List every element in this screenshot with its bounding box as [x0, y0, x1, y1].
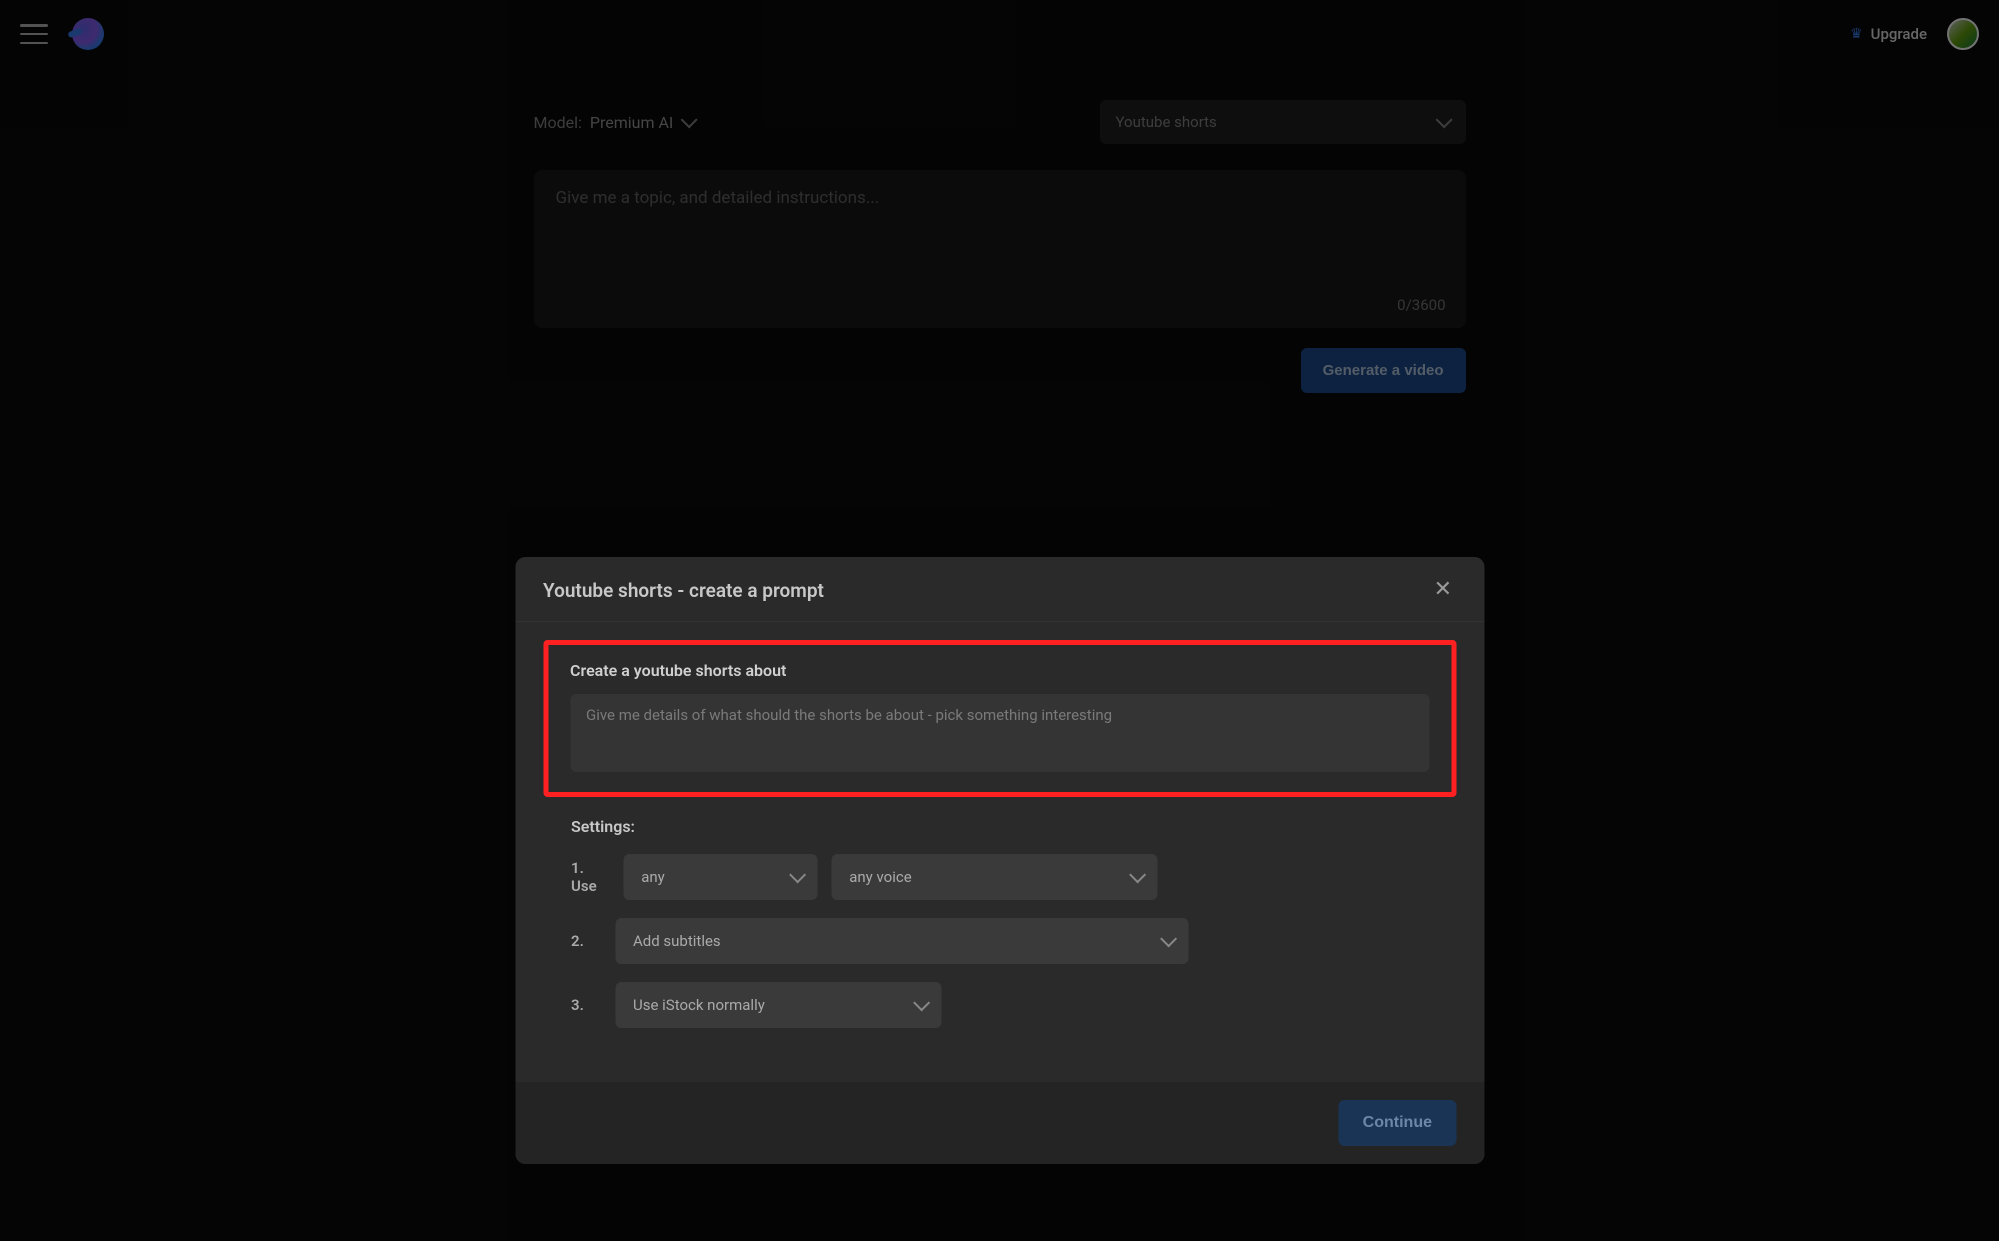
chevron-down-icon	[1160, 930, 1177, 947]
istock-value: Use iStock normally	[633, 996, 765, 1014]
subtitles-value: Add subtitles	[633, 932, 721, 950]
setting-row-1: 1. Use any any voice	[543, 854, 1456, 900]
settings-label: Settings:	[571, 817, 1456, 836]
create-prompt-modal: Youtube shorts - create a prompt ✕ Creat…	[515, 557, 1484, 1164]
subtitles-select[interactable]: Add subtitles	[615, 918, 1188, 964]
chevron-down-icon	[789, 866, 806, 883]
voice-value: any voice	[849, 868, 911, 886]
chevron-down-icon	[913, 994, 930, 1011]
close-icon[interactable]: ✕	[1430, 577, 1456, 603]
modal-footer: Continue	[515, 1082, 1484, 1164]
modal-title: Youtube shorts - create a prompt	[543, 579, 824, 602]
setting-num-2: 2.	[571, 932, 601, 950]
istock-select[interactable]: Use iStock normally	[615, 982, 941, 1028]
setting-row-3: 3. Use iStock normally	[543, 982, 1456, 1028]
modal-header: Youtube shorts - create a prompt ✕	[515, 557, 1484, 622]
setting-num-1: 1. Use	[571, 859, 609, 895]
chevron-down-icon	[1129, 866, 1146, 883]
setting-num-3: 3.	[571, 996, 601, 1014]
setting-row-2: 2. Add subtitles	[543, 918, 1456, 964]
modal-body: Create a youtube shorts about Settings: …	[515, 622, 1484, 1082]
highlighted-section: Create a youtube shorts about	[543, 640, 1456, 797]
presenter-value: any	[641, 868, 665, 886]
voice-select[interactable]: any voice	[831, 854, 1157, 900]
shorts-topic-input[interactable]	[570, 694, 1429, 772]
presenter-select[interactable]: any	[623, 854, 817, 900]
create-shorts-label: Create a youtube shorts about	[570, 661, 1429, 680]
continue-button[interactable]: Continue	[1339, 1100, 1456, 1146]
